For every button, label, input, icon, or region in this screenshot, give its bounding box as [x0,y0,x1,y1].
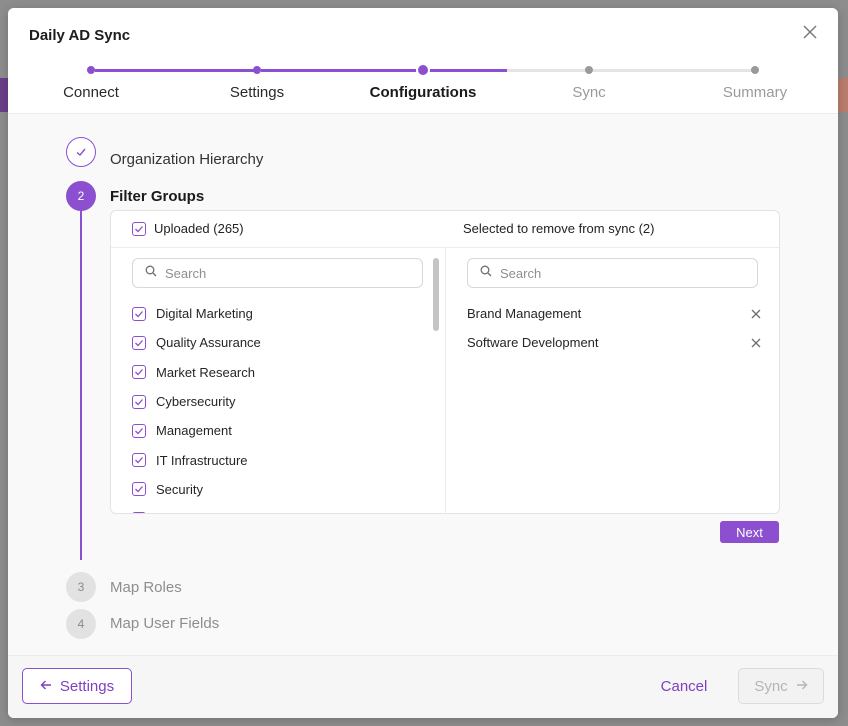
stepper-track-3-todo [507,69,589,72]
selected-search-input[interactable] [500,265,730,281]
step-sync: Sync [572,84,606,101]
arrow-right-icon [796,678,808,695]
select-all-checkbox[interactable] [132,221,146,236]
list-item[interactable]: Cybersecurity [132,387,432,416]
step-settings[interactable]: Settings [230,84,284,101]
group-name: Security [156,481,203,497]
stepper-track-2 [261,69,422,72]
group-checkbox[interactable] [132,394,146,409]
uploaded-list-scrollbar[interactable] [433,258,439,331]
group-checkbox[interactable] [132,335,146,350]
list-item[interactable]: Market Research [132,358,432,387]
list-item: Software Development [467,328,763,357]
back-settings-label: Settings [59,677,115,695]
filter-groups-panel: Uploaded (265) Selected to remove from s… [110,210,780,514]
section-map-roles[interactable]: Map Roles [110,579,182,596]
dialog-footer: Settings Cancel Sync [8,655,838,718]
selected-search-box [467,258,758,288]
uploaded-search-input[interactable] [165,265,395,281]
close-icon[interactable] [800,22,820,42]
group-name: Management [156,423,232,439]
list-item[interactable]: IT Infrastructure [132,445,432,474]
group-name: Market Research [156,364,255,380]
dialog-body: Organization Hierarchy 2 Filter Groups U… [8,114,838,655]
selected-group-name: Brand Management [467,306,582,322]
group-name: IT Infrastructure [156,452,248,468]
list-item-partial[interactable] [132,504,432,513]
wizard-stepper: Connect Settings Configurations Sync Sum… [8,62,838,106]
search-icon [145,264,157,282]
search-icon [480,264,492,282]
step-connect[interactable]: Connect [63,84,119,101]
panel-header: Uploaded (265) Selected to remove from s… [111,211,779,248]
group-name: Quality Assurance [156,335,261,351]
step-dot-connect [87,66,95,74]
stepper-track-3-done [427,69,507,72]
step-dot-configurations [418,65,428,75]
list-item[interactable]: Security [132,475,432,504]
section-number-2: 2 [66,181,96,211]
panel-divider [445,248,446,513]
sync-label: Sync [754,677,788,695]
section-organization-hierarchy[interactable]: Organization Hierarchy [110,151,263,168]
uploaded-header: Uploaded (265) [132,221,244,236]
sync-button[interactable]: Sync [738,668,824,704]
dialog-header: Daily AD Sync Connect Settings Configura… [8,8,838,114]
step-dot-sync [585,66,593,74]
section-done-check-icon [66,137,96,167]
step-dot-settings [253,66,261,74]
list-item: Brand Management [467,299,763,328]
step-summary: Summary [722,84,788,101]
group-checkbox[interactable] [132,453,146,468]
selected-groups-list: Brand Management Software Development [467,299,763,358]
group-checkbox[interactable] [132,511,146,513]
group-name: Digital Marketing [156,306,253,322]
uploaded-count-label: Uploaded (265) [154,221,244,236]
remove-close-icon[interactable] [749,307,763,321]
section-number-3: 3 [66,572,96,602]
section-filter-groups[interactable]: Filter Groups [110,188,204,205]
section-map-user-fields[interactable]: Map User Fields [110,615,219,632]
stepper-track-4 [593,69,755,72]
daily-ad-sync-dialog: Daily AD Sync Connect Settings Configura… [8,8,838,718]
group-checkbox[interactable] [132,306,146,321]
list-item[interactable]: Digital Marketing [132,299,432,328]
section-progress-line [80,210,82,560]
step-dot-summary [751,66,759,74]
uploaded-search-box [132,258,423,288]
uploaded-groups-list: Digital Marketing Quality Assurance Mark… [132,299,432,513]
dialog-title: Daily AD Sync [29,27,131,44]
group-name: Cybersecurity [156,394,236,410]
selected-count-label: Selected to remove from sync (2) [463,221,655,236]
remove-close-icon[interactable] [749,336,763,350]
cancel-button[interactable]: Cancel [648,668,720,704]
list-item[interactable]: Quality Assurance [132,328,432,357]
arrow-left-icon [40,678,52,695]
back-settings-button[interactable]: Settings [22,668,132,704]
group-checkbox[interactable] [132,482,146,497]
stepper-track-1 [95,69,256,72]
selected-group-name: Software Development [467,335,599,351]
next-button[interactable]: Next [720,521,779,543]
list-item[interactable]: Management [132,416,432,445]
background-banner-left [0,78,8,112]
group-checkbox[interactable] [132,423,146,438]
step-configurations[interactable]: Configurations [370,84,477,101]
section-number-4: 4 [66,609,96,639]
background-banner-right [838,78,848,112]
group-checkbox[interactable] [132,365,146,380]
